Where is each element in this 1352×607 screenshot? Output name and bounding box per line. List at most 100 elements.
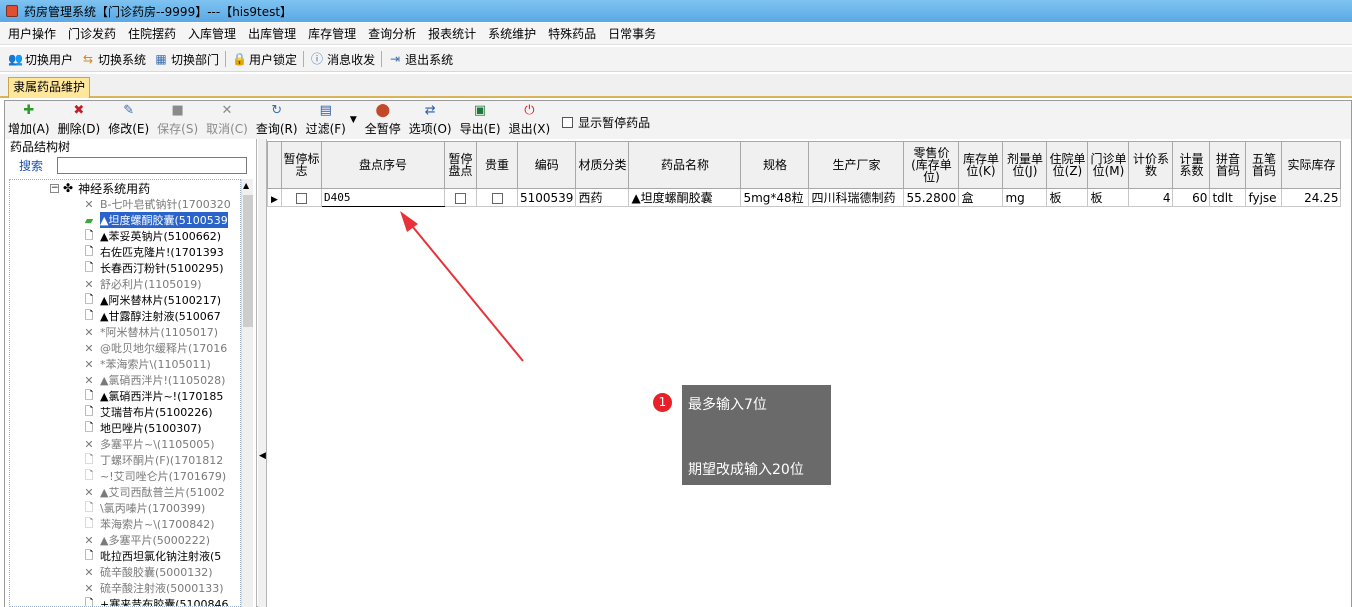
col-count-no[interactable]: 盘点序号 — [321, 141, 445, 189]
valuable-checkbox[interactable] — [491, 192, 503, 204]
menu-stock-out[interactable]: 出库管理 — [244, 25, 304, 42]
price-factor-cell[interactable]: 4 — [1128, 188, 1174, 207]
count-no-cell[interactable]: D405 — [321, 188, 445, 207]
tree-item[interactable]: ✕ 多塞平片~\(1105005) — [82, 436, 214, 452]
col-maker[interactable]: 生产厂家 — [808, 141, 905, 189]
menu-inpatient-dispense[interactable]: 住院摆药 — [124, 25, 184, 42]
tree-item[interactable]: ✕ *苯海索片\(1105011) — [82, 356, 210, 372]
measure-factor-cell[interactable]: 60 — [1172, 188, 1211, 207]
suspend-flag-cell[interactable] — [281, 188, 322, 207]
tree-item[interactable]: 🗋 右佐匹克隆片!(1701393 — [82, 244, 224, 260]
inpatient-unit-cell[interactable]: 板 — [1046, 188, 1089, 207]
table-row[interactable]: ▶ D405 5100539 西药 ▲坦度螺酮胶囊 5mg*48粒 四川科瑞德制… — [267, 188, 1342, 207]
menu-query[interactable]: 查询分析 — [364, 25, 424, 42]
tab-drug-maintenance[interactable]: 隶属药品维护 — [8, 77, 91, 98]
menu-inventory[interactable]: 库存管理 — [304, 25, 364, 42]
col-valuable[interactable]: 贵重 — [476, 141, 518, 189]
col-spec[interactable]: 规格 — [740, 141, 810, 189]
tree-item[interactable]: 🗋 ~!艾司唑仑片(1701679) — [82, 468, 227, 484]
delete-button[interactable]: ✖ 删除(D) — [58, 103, 101, 137]
tree-item[interactable]: 🗋 ▲氯硝西泮片~!(170185 — [82, 388, 224, 404]
dose-unit-cell[interactable]: mg — [1002, 188, 1048, 207]
category-cell[interactable]: 西药 — [575, 188, 630, 207]
switch-dept-button[interactable]: ▦ 切换部门 — [154, 51, 219, 68]
lock-user-button[interactable]: 🔒 用户锁定 — [232, 51, 297, 68]
cancel-button[interactable]: ✕ 取消(C) — [206, 103, 248, 137]
menu-stock-in[interactable]: 入库管理 — [184, 25, 244, 42]
spec-cell[interactable]: 5mg*48粒 — [740, 188, 810, 207]
suspend-all-button[interactable]: ⬤ 全暂停 — [365, 103, 401, 137]
checkbox-box[interactable] — [562, 117, 574, 128]
add-button[interactable]: ✚ 增加(A) — [8, 103, 50, 137]
maker-cell[interactable]: 四川科瑞德制药 — [808, 188, 905, 207]
collapse-icon[interactable]: − — [50, 183, 59, 193]
panel-splitter[interactable]: ◀ — [258, 139, 267, 607]
menu-special-drugs[interactable]: 特殊药品 — [544, 25, 604, 42]
tree-item[interactable]: 🗋 ▲阿米替林片(5100217) — [82, 292, 221, 308]
save-button[interactable]: ■ 保存(S) — [157, 103, 198, 137]
col-actual-stock[interactable]: 实际库存 — [1281, 141, 1342, 189]
wubi-cell[interactable]: fyjse — [1245, 188, 1283, 207]
col-suspend-count[interactable]: 暂停盘点 — [444, 141, 477, 189]
tree-item[interactable]: 🗋 长春西汀粉针(5100295) — [82, 260, 224, 276]
col-category[interactable]: 材质分类 — [575, 141, 630, 189]
search-input[interactable] — [57, 156, 247, 174]
col-price[interactable]: 零售价(库存单位) — [903, 141, 960, 189]
tree-item[interactable]: ▰ ▲坦度螺酮胶囊(5100539 — [82, 212, 228, 228]
messages-button[interactable]: ⓘ 消息收发 — [310, 51, 375, 68]
export-button[interactable]: ▣ 导出(E) — [460, 103, 501, 137]
col-code[interactable]: 编码 — [516, 141, 577, 189]
tree-item[interactable]: 🗋 ▲甘露醇注射液(510067 — [82, 308, 221, 324]
tree-scrollbar[interactable]: ▲ — [241, 179, 253, 607]
search-button[interactable]: 搜索 — [5, 157, 57, 174]
filter-dropdown[interactable]: ▼ — [350, 115, 357, 125]
tree-item[interactable]: ✕ ▲氯硝西泮片!(1105028) — [82, 372, 225, 388]
menu-reports[interactable]: 报表统计 — [424, 25, 484, 42]
menu-daily[interactable]: 日常事务 — [604, 25, 664, 42]
scroll-up-icon[interactable]: ▲ — [243, 181, 249, 190]
tree-item[interactable]: ✕ ▲多塞平片(5000222) — [82, 532, 210, 548]
tree-item[interactable]: 🗋 丁螺环酮片(F)(1701812 — [82, 452, 224, 468]
tree-item[interactable]: ✕ *阿米替林片(1105017) — [82, 324, 218, 340]
tree-item[interactable]: 🗋 吡拉西坦氯化钠注射液(5 — [82, 548, 222, 564]
tree-item[interactable]: ✕ @吡贝地尔缓释片(17016 — [82, 340, 227, 356]
collapse-left-icon[interactable]: ◀ — [259, 451, 266, 461]
outpatient-unit-cell[interactable]: 板 — [1087, 188, 1130, 207]
code-cell[interactable]: 5100539 — [516, 188, 577, 207]
actual-stock-cell[interactable]: 24.25 — [1281, 188, 1342, 207]
tree-item[interactable]: ✕ ▲艾司西酞普兰片(51002 — [82, 484, 224, 500]
tree-item[interactable]: 🗋 地巴唑片(5100307) — [82, 420, 202, 436]
suspend-count-checkbox[interactable] — [455, 192, 466, 204]
col-drug-name[interactable]: 药品名称 — [628, 141, 742, 189]
query-button[interactable]: ↻ 查询(R) — [256, 103, 298, 137]
show-suspended-checkbox[interactable]: 显示暂停药品 — [562, 114, 650, 131]
menu-outpatient-dispense[interactable]: 门诊发药 — [64, 25, 124, 42]
suspend-count-cell[interactable] — [444, 188, 477, 207]
col-dose-unit[interactable]: 剂量单位(J) — [1002, 141, 1048, 189]
modify-button[interactable]: ✎ 修改(E) — [108, 103, 149, 137]
tree-item[interactable]: 🗋 ▲苯妥英钠片(5100662) — [82, 228, 221, 244]
col-stock-unit[interactable]: 库存单位(K) — [958, 141, 1004, 189]
tree-item[interactable]: ✕ 硫辛酸注射液(5000133) — [82, 580, 223, 596]
tree-item[interactable]: ✕ 硫辛酸胶囊(5000132) — [82, 564, 212, 580]
tree-item[interactable]: 🗋 艾瑞昔布片(5100226) — [82, 404, 213, 420]
suspend-flag-checkbox[interactable] — [296, 192, 307, 204]
col-wubi[interactable]: 五笔首码 — [1245, 141, 1283, 189]
col-measure-factor[interactable]: 计量系数 — [1172, 141, 1211, 189]
tree-item[interactable]: 🗋 苯海索片~\(1700842) — [82, 516, 215, 532]
drug-name-cell[interactable]: ▲坦度螺酮胶囊 — [628, 188, 742, 207]
pinyin-cell[interactable]: tdlt — [1209, 188, 1247, 207]
scrollbar-thumb[interactable] — [243, 195, 253, 327]
col-suspend-flag[interactable]: 暂停标志 — [281, 141, 322, 189]
tree-item[interactable]: ✕ B-七叶皂甙钠针(1700320 — [82, 196, 230, 212]
col-price-factor[interactable]: 计价系数 — [1128, 141, 1174, 189]
exit-system-button[interactable]: ⇥ 退出系统 — [388, 51, 453, 68]
menu-user-ops[interactable]: 用户操作 — [4, 25, 64, 42]
options-button[interactable]: ⇄ 选项(O) — [409, 103, 452, 137]
tree-root-node[interactable]: − ✤ 神经系统用药 — [50, 180, 150, 196]
filter-button[interactable]: ▤ 过滤(F) — [306, 103, 346, 137]
price-cell[interactable]: 55.2800 — [903, 188, 960, 207]
menu-system[interactable]: 系统维护 — [484, 25, 544, 42]
stock-unit-cell[interactable]: 盒 — [958, 188, 1004, 207]
tree-item[interactable]: 🗋 +塞来昔布胶囊(5100846 — [82, 596, 229, 607]
